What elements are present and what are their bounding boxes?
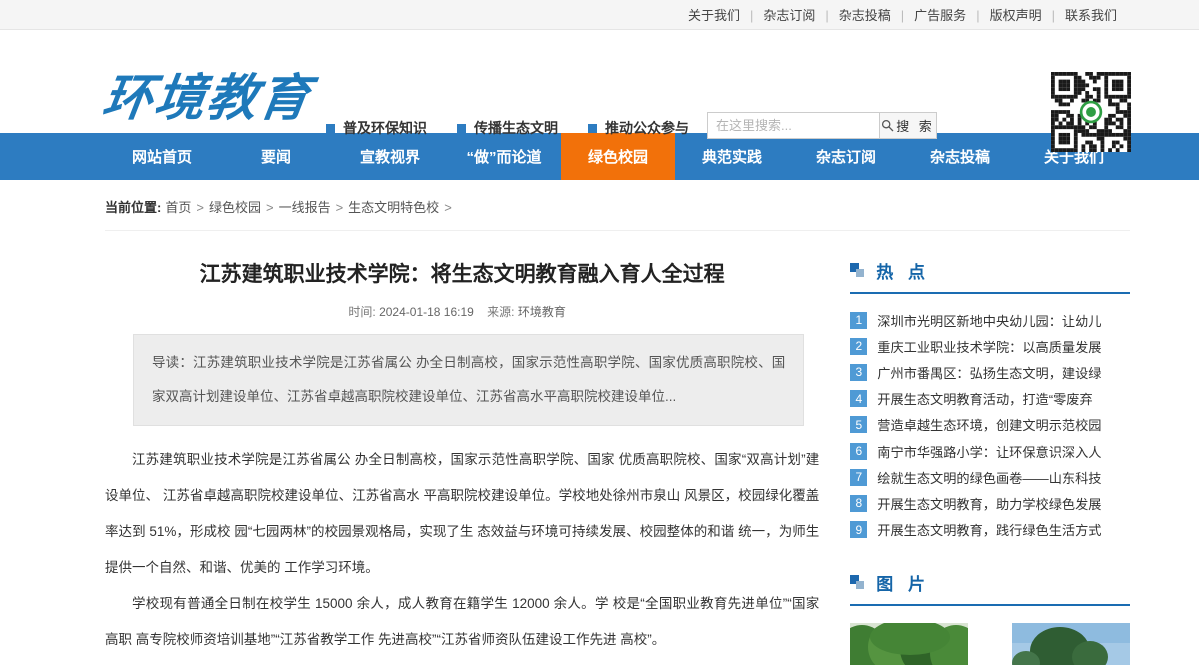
nav-item[interactable]: 杂志订阅 bbox=[789, 133, 903, 180]
article-body: 江苏建筑职业技术学院是江苏省属公 办全日制高校，国家示范性高职学院、国家 优质高… bbox=[105, 442, 819, 665]
rank-badge: 1 bbox=[850, 312, 867, 329]
meta-time-label: 时间: bbox=[348, 305, 375, 319]
hot-item-title: 广州市番禺区：弘扬生态文明，建设绿 bbox=[877, 363, 1101, 382]
rank-badge: 5 bbox=[850, 416, 867, 433]
breadcrumb-link[interactable]: 生态文明特色校 bbox=[348, 200, 439, 215]
hot-list-item[interactable]: 4 开展生态文明教育活动，打造“零废弃 bbox=[850, 386, 1130, 412]
rank-badge: 3 bbox=[850, 364, 867, 381]
nav-item[interactable]: 网站首页 bbox=[105, 133, 219, 180]
topbar-links: 关于我们|杂志订阅|杂志投稿|广告服务|版权声明|联系我们 bbox=[678, 5, 1127, 24]
tagline-label: 推动公众参与 bbox=[605, 118, 689, 138]
tagline: 推动公众参与 bbox=[588, 118, 689, 138]
rank-badge: 2 bbox=[850, 338, 867, 355]
article-title: 江苏建筑职业技术学院：将生态文明教育融入育人全过程 bbox=[105, 258, 819, 288]
rank-badge: 6 bbox=[850, 443, 867, 460]
hot-list-item[interactable]: 8 开展生态文明教育，助力学校绿色发展 bbox=[850, 490, 1130, 516]
rank-badge: 7 bbox=[850, 469, 867, 486]
sidebar: 热 点 1 深圳市光明区新地中央幼儿园：让幼儿 2 重庆工业职业技术学院：以高质量发展… bbox=[850, 231, 1130, 665]
hot-item-title: 绘就生态文明的绿色画卷——山东科技 bbox=[877, 468, 1101, 487]
pictures-section-title: 图 片 bbox=[876, 570, 930, 595]
search-bar: 搜 索 bbox=[707, 112, 937, 139]
square-bullet-icon bbox=[326, 124, 335, 133]
pictures-section-header: 图 片 bbox=[850, 570, 1130, 606]
search-button[interactable]: 搜 索 bbox=[879, 112, 937, 139]
topbar-link[interactable]: 杂志订阅 bbox=[753, 8, 825, 23]
nav-item[interactable]: 要闻 bbox=[219, 133, 333, 180]
hot-section-header: 热 点 bbox=[850, 258, 1130, 294]
breadcrumb-separator: > bbox=[336, 200, 344, 215]
breadcrumb-label: 当前位置: bbox=[105, 200, 161, 215]
hot-list-item[interactable]: 2 重庆工业职业技术学院：以高质量发展 bbox=[850, 333, 1130, 359]
topbar-link[interactable]: 版权声明 bbox=[980, 8, 1052, 23]
hot-list-item[interactable]: 7 绘就生态文明的绿色画卷——山东科技 bbox=[850, 464, 1130, 490]
meta-time-value: 2024-01-18 16:19 bbox=[379, 305, 474, 319]
hot-section-title: 热 点 bbox=[876, 258, 930, 283]
breadcrumb: 当前位置: 首页 > 绿色校园 > 一线报告 > 生态文明特色校 > bbox=[105, 180, 1130, 231]
breadcrumb-separator: > bbox=[196, 200, 204, 215]
breadcrumb-link[interactable]: 一线报告 bbox=[279, 200, 331, 215]
hot-item-title: 营造卓越生态环境，创建文明示范校园 bbox=[877, 415, 1101, 434]
main-nav: 网站首页要闻宣教视界“做”而论道绿色校园典范实践杂志订阅杂志投稿关于我们 bbox=[0, 133, 1199, 180]
meta-source-label: 来源: bbox=[487, 305, 514, 319]
topbar-link[interactable]: 杂志投稿 bbox=[829, 8, 901, 23]
pictures-row bbox=[850, 623, 1130, 665]
site-logo[interactable]: 环境教育 bbox=[99, 70, 315, 126]
hot-list: 1 深圳市光明区新地中央幼儿园：让幼儿 2 重庆工业职业技术学院：以高质量发展 3 广州市… bbox=[850, 307, 1130, 543]
article-meta: 时间: 2024-01-18 16:19 来源: 环境教育 bbox=[105, 303, 819, 320]
main-content: 江苏建筑职业技术学院：将生态文明教育融入育人全过程 时间: 2024-01-18… bbox=[0, 231, 1199, 665]
nav-item[interactable]: 宣教视界 bbox=[333, 133, 447, 180]
hot-list-item[interactable]: 5 营造卓越生态环境，创建文明示范校园 bbox=[850, 412, 1130, 438]
hot-list-item[interactable]: 3 广州市番禺区：弘扬生态文明，建设绿 bbox=[850, 359, 1130, 385]
hot-item-title: 开展生态文明教育，践行绿色生活方式 bbox=[877, 520, 1101, 539]
rank-badge: 8 bbox=[850, 495, 867, 512]
article-paragraph: 江苏建筑职业技术学院是江苏省属公 办全日制高校，国家示范性高职学院、国家 优质高… bbox=[105, 442, 819, 586]
hot-item-title: 南宁市华强路小学：让环保意识深入人 bbox=[877, 442, 1101, 461]
topbar-link[interactable]: 广告服务 bbox=[904, 8, 976, 23]
article-subheading: 坚持绿色发展理念，笃定低碳目标 bbox=[105, 658, 819, 665]
search-input[interactable] bbox=[707, 112, 880, 139]
nav-item[interactable]: “做”而论道 bbox=[447, 133, 561, 180]
hot-list-item[interactable]: 1 深圳市光明区新地中央幼儿园：让幼儿 bbox=[850, 307, 1130, 333]
article: 江苏建筑职业技术学院：将生态文明教育融入育人全过程 时间: 2024-01-18… bbox=[105, 231, 819, 665]
hot-item-title: 开展生态文明教育活动，打造“零废弃 bbox=[877, 389, 1092, 408]
hot-item-title: 开展生态文明教育，助力学校绿色发展 bbox=[877, 494, 1101, 513]
hot-list-item[interactable]: 9 开展生态文明教育，践行绿色生活方式 bbox=[850, 517, 1130, 543]
nav-item-active[interactable]: 绿色校园 bbox=[561, 133, 675, 180]
breadcrumb-link[interactable]: 首页 bbox=[165, 200, 191, 215]
breadcrumb-link[interactable]: 绿色校园 bbox=[209, 200, 261, 215]
section-blocks-icon bbox=[850, 263, 865, 278]
topbar: 关于我们|杂志订阅|杂志投稿|广告服务|版权声明|联系我们 bbox=[0, 0, 1199, 30]
tagline: 传播生态文明 bbox=[457, 118, 558, 138]
hot-item-title: 重庆工业职业技术学院：以高质量发展 bbox=[877, 337, 1101, 356]
meta-source-value: 环境教育 bbox=[518, 305, 566, 319]
site-header: 环境教育 普及环保知识传播生态文明推动公众参与 搜 索 bbox=[0, 30, 1199, 133]
breadcrumb-separator: > bbox=[444, 200, 452, 215]
tagline-label: 传播生态文明 bbox=[474, 118, 558, 138]
square-bullet-icon bbox=[588, 124, 597, 133]
photo-eco-activity-red-banner[interactable] bbox=[1012, 623, 1130, 665]
hot-list-item[interactable]: 6 南宁市华强路小学：让环保意识深入人 bbox=[850, 438, 1130, 464]
square-bullet-icon bbox=[457, 124, 466, 133]
topbar-link[interactable]: 关于我们 bbox=[678, 8, 750, 23]
qr-code bbox=[1051, 72, 1131, 152]
search-icon bbox=[881, 119, 894, 132]
breadcrumb-separator: > bbox=[266, 200, 274, 215]
tagline: 普及环保知识 bbox=[326, 118, 427, 138]
nav-item[interactable]: 典范实践 bbox=[675, 133, 789, 180]
tagline-label: 普及环保知识 bbox=[343, 118, 427, 138]
section-blocks-icon bbox=[850, 575, 865, 590]
search-button-label: 搜 索 bbox=[896, 116, 935, 135]
rank-badge: 4 bbox=[850, 390, 867, 407]
hot-item-title: 深圳市光明区新地中央幼儿园：让幼儿 bbox=[877, 311, 1101, 330]
taglines: 普及环保知识 传播生态文明 推动公众参与 bbox=[326, 118, 689, 138]
rank-badge: 9 bbox=[850, 521, 867, 538]
nav-item[interactable]: 杂志投稿 bbox=[903, 133, 1017, 180]
article-summary: 导读：江苏建筑职业技术学院是江苏省属公 办全日制高校，国家示范性高职学院、国家优… bbox=[133, 334, 804, 426]
article-paragraph: 学校现有普通全日制在校学生 15000 余人，成人教育在籍学生 12000 余人… bbox=[105, 586, 819, 658]
topbar-link[interactable]: 联系我们 bbox=[1055, 8, 1127, 23]
photo-campus-tree-lined-road[interactable] bbox=[850, 623, 968, 665]
